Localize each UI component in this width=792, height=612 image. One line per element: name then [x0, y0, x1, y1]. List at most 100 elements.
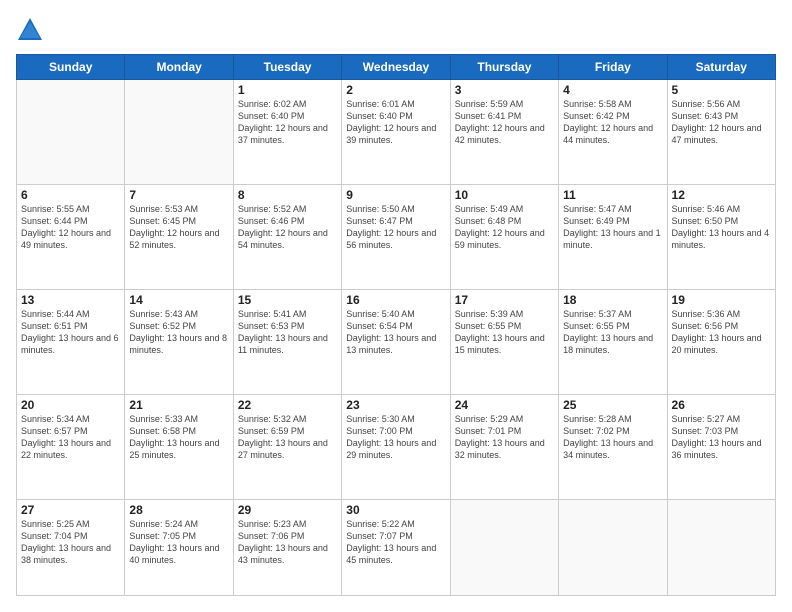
calendar-cell: 28Sunrise: 5:24 AMSunset: 7:05 PMDayligh…	[125, 499, 233, 595]
calendar-table: SundayMondayTuesdayWednesdayThursdayFrid…	[16, 54, 776, 596]
day-info: Sunrise: 5:36 AMSunset: 6:56 PMDaylight:…	[672, 308, 771, 357]
calendar-cell: 17Sunrise: 5:39 AMSunset: 6:55 PMDayligh…	[450, 289, 558, 394]
day-number: 26	[672, 398, 771, 412]
day-number: 1	[238, 83, 337, 97]
day-info: Sunrise: 5:43 AMSunset: 6:52 PMDaylight:…	[129, 308, 228, 357]
day-number: 18	[563, 293, 662, 307]
calendar-cell: 10Sunrise: 5:49 AMSunset: 6:48 PMDayligh…	[450, 184, 558, 289]
calendar-week-row: 20Sunrise: 5:34 AMSunset: 6:57 PMDayligh…	[17, 394, 776, 499]
day-info: Sunrise: 5:49 AMSunset: 6:48 PMDaylight:…	[455, 203, 554, 252]
day-info: Sunrise: 5:41 AMSunset: 6:53 PMDaylight:…	[238, 308, 337, 357]
calendar-cell: 18Sunrise: 5:37 AMSunset: 6:55 PMDayligh…	[559, 289, 667, 394]
calendar-cell	[667, 499, 775, 595]
day-number: 17	[455, 293, 554, 307]
day-info: Sunrise: 5:29 AMSunset: 7:01 PMDaylight:…	[455, 413, 554, 462]
calendar-cell: 23Sunrise: 5:30 AMSunset: 7:00 PMDayligh…	[342, 394, 450, 499]
calendar-cell: 9Sunrise: 5:50 AMSunset: 6:47 PMDaylight…	[342, 184, 450, 289]
day-number: 12	[672, 188, 771, 202]
calendar-cell: 20Sunrise: 5:34 AMSunset: 6:57 PMDayligh…	[17, 394, 125, 499]
day-number: 28	[129, 503, 228, 517]
weekday-header-sunday: Sunday	[17, 55, 125, 80]
day-number: 19	[672, 293, 771, 307]
day-info: Sunrise: 6:01 AMSunset: 6:40 PMDaylight:…	[346, 98, 445, 147]
calendar-week-row: 13Sunrise: 5:44 AMSunset: 6:51 PMDayligh…	[17, 289, 776, 394]
day-number: 10	[455, 188, 554, 202]
day-info: Sunrise: 5:39 AMSunset: 6:55 PMDaylight:…	[455, 308, 554, 357]
day-number: 2	[346, 83, 445, 97]
day-number: 8	[238, 188, 337, 202]
day-info: Sunrise: 5:28 AMSunset: 7:02 PMDaylight:…	[563, 413, 662, 462]
calendar-cell	[17, 80, 125, 185]
calendar-cell	[125, 80, 233, 185]
day-info: Sunrise: 5:56 AMSunset: 6:43 PMDaylight:…	[672, 98, 771, 147]
day-info: Sunrise: 5:58 AMSunset: 6:42 PMDaylight:…	[563, 98, 662, 147]
day-number: 25	[563, 398, 662, 412]
day-info: Sunrise: 5:52 AMSunset: 6:46 PMDaylight:…	[238, 203, 337, 252]
day-number: 6	[21, 188, 120, 202]
calendar-cell: 1Sunrise: 6:02 AMSunset: 6:40 PMDaylight…	[233, 80, 341, 185]
calendar-cell: 3Sunrise: 5:59 AMSunset: 6:41 PMDaylight…	[450, 80, 558, 185]
calendar-cell: 26Sunrise: 5:27 AMSunset: 7:03 PMDayligh…	[667, 394, 775, 499]
day-number: 20	[21, 398, 120, 412]
calendar-cell	[559, 499, 667, 595]
day-info: Sunrise: 5:34 AMSunset: 6:57 PMDaylight:…	[21, 413, 120, 462]
day-info: Sunrise: 5:47 AMSunset: 6:49 PMDaylight:…	[563, 203, 662, 252]
day-info: Sunrise: 5:44 AMSunset: 6:51 PMDaylight:…	[21, 308, 120, 357]
day-info: Sunrise: 5:27 AMSunset: 7:03 PMDaylight:…	[672, 413, 771, 462]
day-info: Sunrise: 5:40 AMSunset: 6:54 PMDaylight:…	[346, 308, 445, 357]
day-number: 27	[21, 503, 120, 517]
day-number: 16	[346, 293, 445, 307]
weekday-header-row: SundayMondayTuesdayWednesdayThursdayFrid…	[17, 55, 776, 80]
calendar-cell	[450, 499, 558, 595]
day-info: Sunrise: 5:46 AMSunset: 6:50 PMDaylight:…	[672, 203, 771, 252]
day-info: Sunrise: 5:25 AMSunset: 7:04 PMDaylight:…	[21, 518, 120, 567]
weekday-header-friday: Friday	[559, 55, 667, 80]
calendar-cell: 6Sunrise: 5:55 AMSunset: 6:44 PMDaylight…	[17, 184, 125, 289]
day-number: 15	[238, 293, 337, 307]
day-number: 24	[455, 398, 554, 412]
day-info: Sunrise: 5:55 AMSunset: 6:44 PMDaylight:…	[21, 203, 120, 252]
day-number: 3	[455, 83, 554, 97]
weekday-header-monday: Monday	[125, 55, 233, 80]
calendar-cell: 15Sunrise: 5:41 AMSunset: 6:53 PMDayligh…	[233, 289, 341, 394]
weekday-header-saturday: Saturday	[667, 55, 775, 80]
day-number: 5	[672, 83, 771, 97]
calendar-cell: 16Sunrise: 5:40 AMSunset: 6:54 PMDayligh…	[342, 289, 450, 394]
day-info: Sunrise: 5:53 AMSunset: 6:45 PMDaylight:…	[129, 203, 228, 252]
day-info: Sunrise: 5:30 AMSunset: 7:00 PMDaylight:…	[346, 413, 445, 462]
calendar-cell: 4Sunrise: 5:58 AMSunset: 6:42 PMDaylight…	[559, 80, 667, 185]
calendar-cell: 25Sunrise: 5:28 AMSunset: 7:02 PMDayligh…	[559, 394, 667, 499]
calendar-week-row: 27Sunrise: 5:25 AMSunset: 7:04 PMDayligh…	[17, 499, 776, 595]
day-number: 22	[238, 398, 337, 412]
day-number: 9	[346, 188, 445, 202]
day-number: 30	[346, 503, 445, 517]
calendar-cell: 2Sunrise: 6:01 AMSunset: 6:40 PMDaylight…	[342, 80, 450, 185]
calendar-cell: 11Sunrise: 5:47 AMSunset: 6:49 PMDayligh…	[559, 184, 667, 289]
calendar-cell: 12Sunrise: 5:46 AMSunset: 6:50 PMDayligh…	[667, 184, 775, 289]
logo-icon	[16, 16, 44, 44]
header	[16, 16, 776, 44]
calendar-cell: 24Sunrise: 5:29 AMSunset: 7:01 PMDayligh…	[450, 394, 558, 499]
day-number: 13	[21, 293, 120, 307]
calendar-cell: 21Sunrise: 5:33 AMSunset: 6:58 PMDayligh…	[125, 394, 233, 499]
day-number: 11	[563, 188, 662, 202]
day-info: Sunrise: 5:37 AMSunset: 6:55 PMDaylight:…	[563, 308, 662, 357]
day-info: Sunrise: 5:33 AMSunset: 6:58 PMDaylight:…	[129, 413, 228, 462]
calendar-cell: 14Sunrise: 5:43 AMSunset: 6:52 PMDayligh…	[125, 289, 233, 394]
day-info: Sunrise: 5:59 AMSunset: 6:41 PMDaylight:…	[455, 98, 554, 147]
weekday-header-wednesday: Wednesday	[342, 55, 450, 80]
day-number: 21	[129, 398, 228, 412]
day-number: 23	[346, 398, 445, 412]
day-number: 7	[129, 188, 228, 202]
day-info: Sunrise: 5:32 AMSunset: 6:59 PMDaylight:…	[238, 413, 337, 462]
calendar-week-row: 6Sunrise: 5:55 AMSunset: 6:44 PMDaylight…	[17, 184, 776, 289]
calendar-cell: 8Sunrise: 5:52 AMSunset: 6:46 PMDaylight…	[233, 184, 341, 289]
day-info: Sunrise: 5:23 AMSunset: 7:06 PMDaylight:…	[238, 518, 337, 567]
day-number: 14	[129, 293, 228, 307]
day-info: Sunrise: 5:22 AMSunset: 7:07 PMDaylight:…	[346, 518, 445, 567]
calendar-cell: 19Sunrise: 5:36 AMSunset: 6:56 PMDayligh…	[667, 289, 775, 394]
logo	[16, 16, 48, 44]
calendar-cell: 7Sunrise: 5:53 AMSunset: 6:45 PMDaylight…	[125, 184, 233, 289]
calendar-cell: 22Sunrise: 5:32 AMSunset: 6:59 PMDayligh…	[233, 394, 341, 499]
page: SundayMondayTuesdayWednesdayThursdayFrid…	[0, 0, 792, 612]
